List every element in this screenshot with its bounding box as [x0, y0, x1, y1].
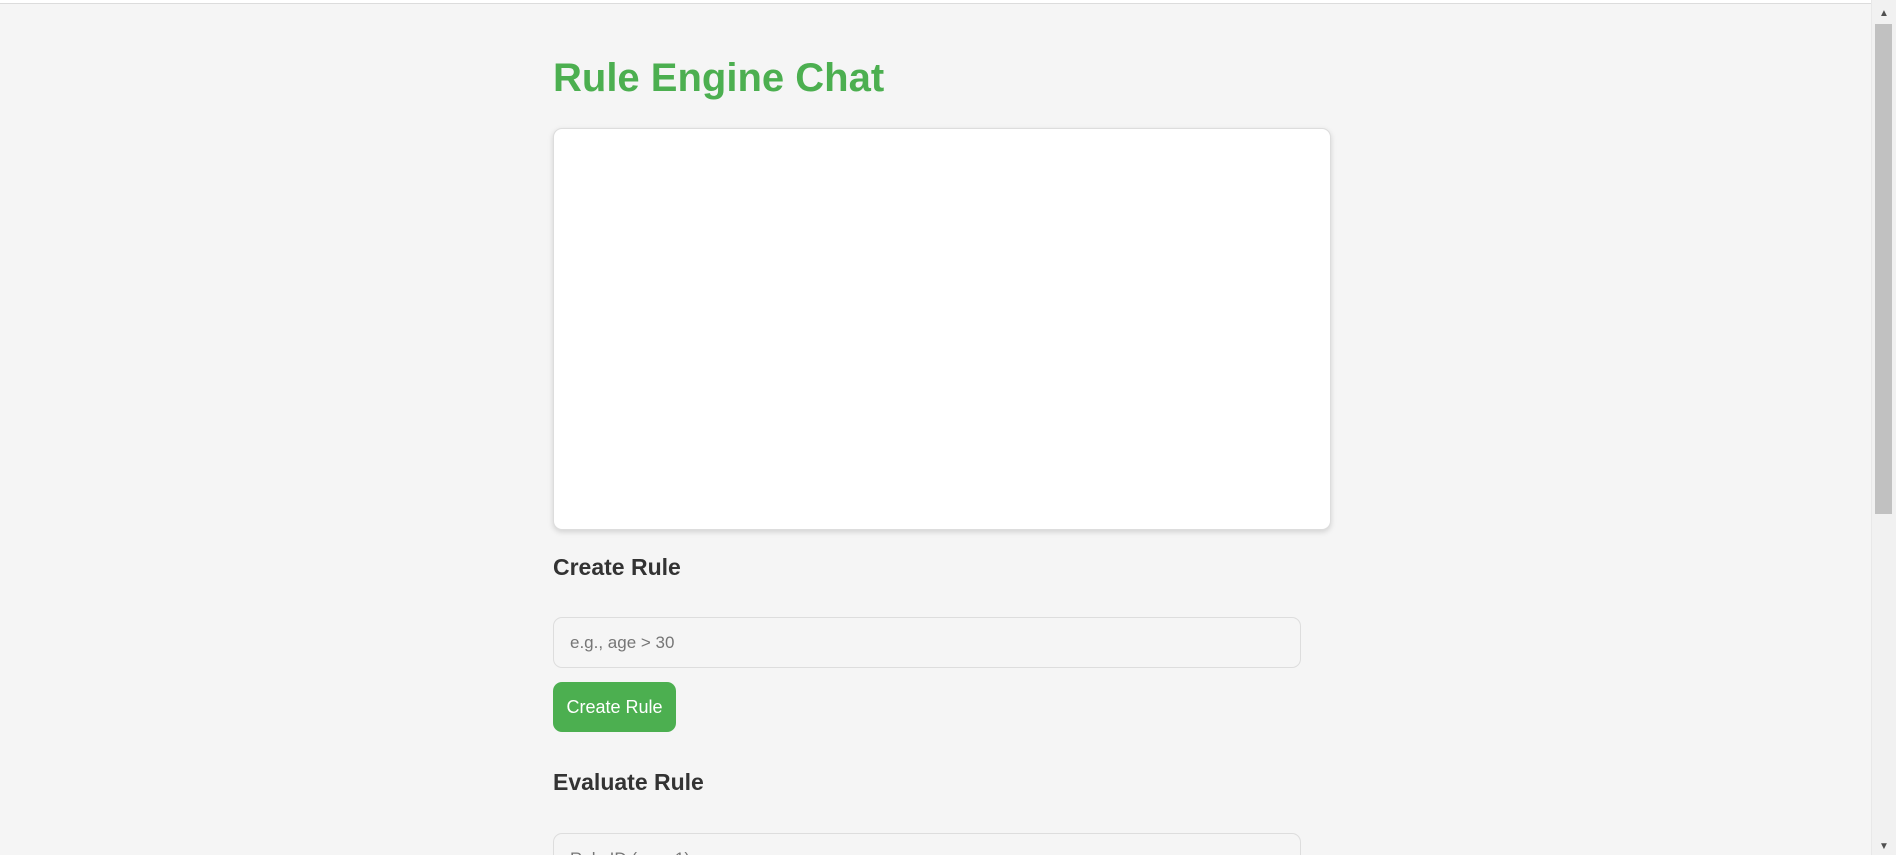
rule-id-input[interactable]	[553, 833, 1301, 855]
chat-box[interactable]	[553, 128, 1331, 530]
scroll-thumb[interactable]	[1875, 24, 1892, 514]
vertical-scrollbar[interactable]: ▲ ▼	[1871, 0, 1896, 855]
scroll-up-icon[interactable]: ▲	[1872, 5, 1896, 22]
create-rule-heading: Create Rule	[553, 554, 681, 580]
page-content: Rule Engine Chat Create Rule Create Rule…	[0, 0, 1871, 855]
evaluate-rule-heading: Evaluate Rule	[553, 769, 704, 795]
create-rule-button[interactable]: Create Rule	[553, 682, 676, 732]
scroll-down-icon[interactable]: ▼	[1872, 838, 1896, 855]
rule-input[interactable]	[553, 617, 1301, 668]
page-title: Rule Engine Chat	[553, 56, 885, 100]
